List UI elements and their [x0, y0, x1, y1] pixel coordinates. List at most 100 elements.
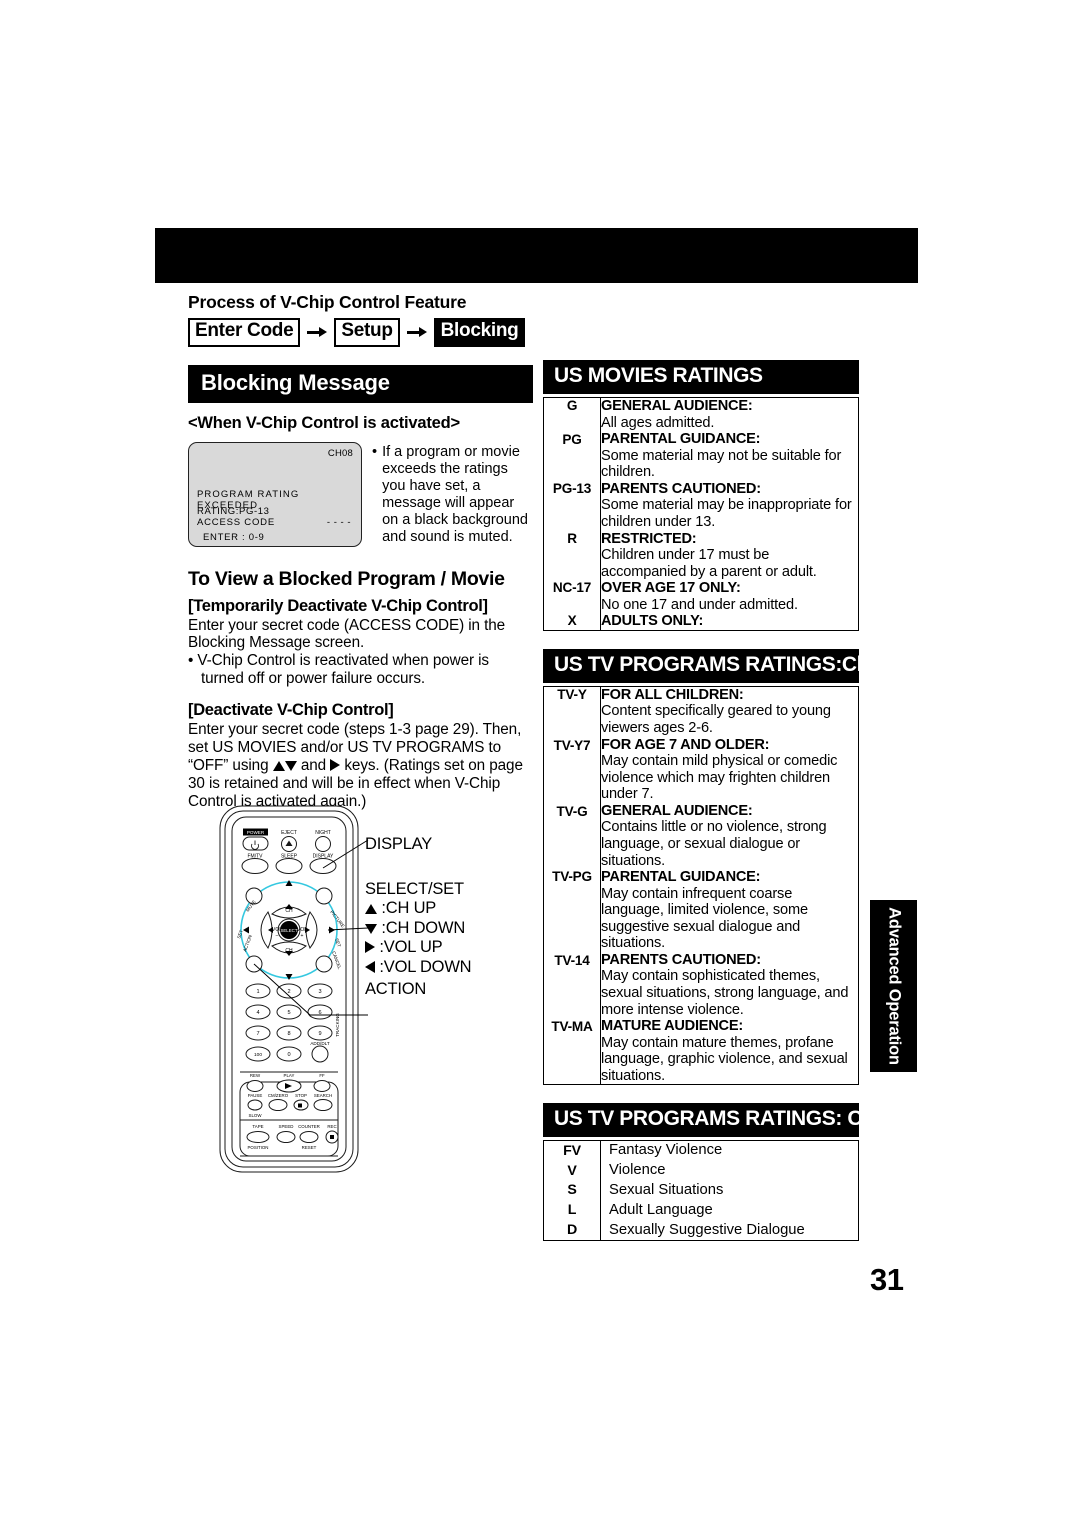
remote-control-svg: POWER EJECT NIGHT FM/TV SLEEP DISPLAY CH… [219, 805, 369, 1173]
rating-term: GENERAL AUDIENCE: [601, 398, 753, 414]
rating-detail: May contain mature themes, profane langu… [601, 1034, 848, 1084]
svg-text:REW: REW [250, 1073, 261, 1078]
rating-term: PARENTS CAUTIONED: [601, 951, 761, 968]
blocking-note-text: If a program or movie exceeds the rating… [382, 443, 528, 546]
right-column: US MOVIES RATINGS G GENERAL AUDIENCE: Al… [543, 360, 917, 1242]
table-row: L Adult Language [543, 1200, 859, 1221]
left-column: Process of V-Chip Control Feature Enter … [188, 292, 533, 811]
table-row: TV-Y7 FOR AGE 7 AND OLDER: May contain m… [543, 736, 859, 803]
rating-code: TV-14 [543, 951, 601, 1019]
rating-code: G [543, 397, 601, 432]
svg-text:DISPLAY: DISPLAY [313, 854, 334, 860]
remote-control-illustration: POWER EJECT NIGHT FM/TV SLEEP DISPLAY CH… [210, 800, 370, 1180]
rating-term: PARENTAL GUIDANCE: [601, 431, 761, 448]
rating-code: X [543, 613, 601, 631]
svg-text:TAPE: TAPE [252, 1124, 263, 1129]
rating-term: ADULTS ONLY: [601, 613, 704, 630]
svg-text:9: 9 [318, 1031, 321, 1037]
svg-text:RESET: RESET [302, 1145, 317, 1150]
svg-text:0: 0 [287, 1052, 290, 1058]
svg-text:COUNTER: COUNTER [298, 1124, 320, 1129]
temp-deactivate-body: Enter your secret code (ACCESS CODE) in … [188, 617, 533, 689]
rating-code: R [543, 530, 601, 581]
table-row: TV-PG PARENTAL GUIDANCE: May contain inf… [543, 869, 859, 952]
svg-text:NIGHT: NIGHT [315, 830, 331, 836]
svg-text:5: 5 [287, 1010, 290, 1016]
header-black-bar [155, 228, 918, 283]
table-row: PG-13 PARENTS CAUTIONED: Some material m… [543, 480, 859, 531]
tv-access-code-value: - - - - [326, 516, 351, 528]
svg-text:SEARCH: SEARCH [314, 1093, 332, 1098]
deact-body-line-1: Enter your secret code (steps 1-3 page 2… [188, 721, 522, 756]
svg-text:SLOW: SLOW [249, 1113, 263, 1118]
rating-code: TV-Y [543, 685, 601, 737]
rating-description: RESTRICTED: Children under 17 must be ac… [600, 530, 859, 581]
tv-screen-mockup: CH08 PROGRAM RATING EXCEEDED RATING:PG-1… [188, 441, 362, 547]
rating-description: OVER AGE 17 ONLY: No one 17 and under ad… [600, 580, 859, 614]
svg-text:+: + [301, 933, 304, 939]
svg-text:ADD/DLT: ADD/DLT [310, 1041, 330, 1046]
svg-text:SELECT: SELECT [280, 928, 297, 933]
callout-ch-up: :CH UP [381, 899, 437, 918]
bullet-icon: • [188, 652, 198, 670]
blocking-note: • If a program or movie exceeds the ratin… [372, 442, 533, 547]
svg-text:7: 7 [256, 1031, 259, 1037]
table-row: PG PARENTAL GUIDANCE: Some material may … [543, 431, 859, 481]
rating-code: PG [543, 431, 601, 481]
rating-code: S [543, 1180, 601, 1201]
rating-term: FOR ALL CHILDREN: [601, 686, 744, 703]
side-tab-advanced-operation: Advanced Operation [870, 900, 917, 1072]
process-title: Process of V-Chip Control Feature [188, 292, 467, 312]
head-deactivate: [Deactivate V-Chip Control] [188, 701, 394, 720]
tv-access-code-label: ACCESS CODE [197, 516, 275, 528]
rating-detail: Children under 17 must be accompanied by… [601, 547, 817, 580]
triangle-right-icon [330, 758, 341, 771]
section-head-blocking-message: Blocking Message [188, 364, 533, 403]
svg-text:STOP: STOP [295, 1093, 307, 1098]
rating-detail: Contains little or no violence, strong l… [601, 819, 827, 869]
svg-text:4: 4 [256, 1010, 259, 1016]
rating-detail: May contain infrequent coarse language, … [601, 885, 808, 952]
rating-code: NC-17 [543, 580, 601, 614]
svg-text:3: 3 [318, 989, 321, 995]
table-row: TV-MA MATURE AUDIENCE: May contain matur… [543, 1018, 859, 1086]
svg-text:REC: REC [327, 1124, 336, 1129]
tv-rating-text: RATING:PG-13 [197, 505, 270, 517]
rating-description: GENERAL AUDIENCE: Contains little or no … [600, 802, 859, 870]
table-row: TV-14 PARENTS CAUTIONED: May contain sop… [543, 951, 859, 1019]
svg-text:–: – [276, 933, 279, 939]
rating-detail: Sexually Suggestive Dialogue [600, 1220, 859, 1242]
head-temporarily-deactivate: [Temporarily Deactivate V-Chip Control] [188, 596, 488, 615]
deactivate-body: Enter your secret code (steps 1-3 page 2… [188, 721, 533, 810]
rating-description: PARENTAL GUIDANCE: Some material may not… [600, 431, 859, 481]
rating-term: RESTRICTED: [601, 530, 697, 547]
rating-detail: May contain sophisticated themes, sexual… [601, 968, 849, 1018]
rating-detail: Adult Language [600, 1200, 859, 1221]
rating-code: FV [543, 1140, 601, 1162]
arrow-right-icon [307, 326, 328, 338]
rating-code: TV-G [543, 802, 601, 870]
rating-description: MATURE AUDIENCE: May contain mature them… [600, 1018, 859, 1086]
head-us-tv-chart2: US TV PROGRAMS RATINGS: Chart 2 [543, 1103, 917, 1138]
bullet-icon: • [372, 443, 378, 460]
svg-text:PAUSE: PAUSE [248, 1093, 263, 1098]
flow-step-blocking: Blocking [433, 318, 526, 347]
svg-text:SLEEP: SLEEP [281, 854, 298, 860]
table-row: V Violence [543, 1161, 859, 1181]
rating-detail: Sexual Situations [600, 1180, 859, 1201]
svg-text:POWER: POWER [247, 830, 265, 835]
rating-term: FOR AGE 7 AND OLDER: [601, 736, 770, 753]
manual-page: Process of V-Chip Control Feature Enter … [0, 0, 1080, 1528]
rating-detail: Fantasy Violence [600, 1140, 859, 1162]
rating-description: FOR ALL CHILDREN: Content specifically g… [600, 685, 859, 737]
table-row: G GENERAL AUDIENCE: All ages admitted. [543, 397, 859, 432]
callout-vol-up: :VOL UP [379, 938, 443, 957]
flow-step-setup: Setup [334, 318, 400, 347]
head-us-movies-ratings: US MOVIES RATINGS [543, 360, 859, 394]
deact-body-line-2: “OFF” using [188, 756, 269, 774]
svg-text:CM/ZERO: CM/ZERO [268, 1093, 289, 1098]
rating-detail: May contain mild physical or comedic vio… [601, 753, 838, 803]
table-row: FV Fantasy Violence [543, 1140, 859, 1162]
